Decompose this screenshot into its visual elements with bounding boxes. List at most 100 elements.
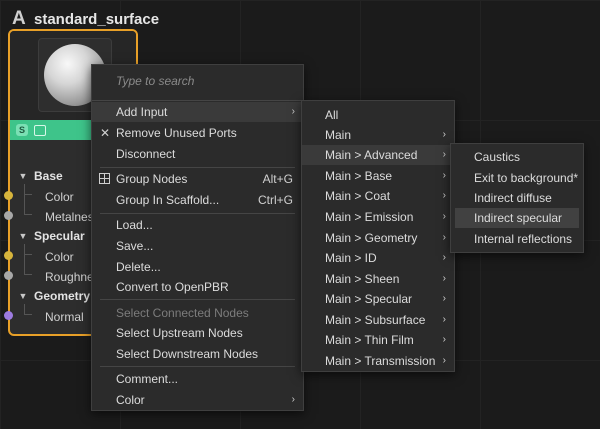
submenu-arrow-icon: ›: [442, 149, 446, 160]
menu-item-label: Group In Scaffold...: [116, 193, 220, 207]
menu-search-input[interactable]: Type to search: [116, 74, 194, 88]
group-specular[interactable]: ▼ Specular: [18, 229, 85, 243]
menu-item-group-nodes[interactable]: Group Nodes Alt+G: [92, 169, 303, 189]
advanced-item-indirect-diffuse[interactable]: Indirect diffuse: [451, 188, 583, 208]
port-label: Normal: [45, 310, 84, 324]
submenu-item-main[interactable]: Main ›: [302, 125, 454, 145]
menu-item-label: Main > Emission: [325, 210, 414, 224]
advanced-item-caustics[interactable]: Caustics: [451, 147, 583, 167]
menu-item-label: Remove Unused Ports: [116, 126, 237, 140]
submenu-item-main-base[interactable]: Main > Base ›: [302, 166, 454, 186]
submenu-item-main-subsurface[interactable]: Main > Subsurface ›: [302, 310, 454, 330]
menu-item-disconnect[interactable]: Disconnect: [92, 144, 303, 164]
menu-item-color[interactable]: Color ›: [92, 390, 303, 410]
submenu-arrow-icon: ›: [442, 129, 446, 140]
menu-item-label: Add Input: [116, 105, 168, 119]
submenu-arrow-icon: ›: [442, 314, 446, 325]
group-label: Geometry: [34, 289, 91, 303]
advanced-item-indirect-specular[interactable]: Indirect specular: [455, 208, 579, 228]
node-header[interactable]: A standard_surface: [12, 8, 159, 30]
menu-item-select-connected-nodes[interactable]: Select Connected Nodes: [92, 303, 303, 323]
submenu-arrow-icon: ›: [442, 170, 446, 181]
menu-item-label: Comment...: [116, 372, 179, 386]
menu-item-convert-to-openpbr[interactable]: Convert to OpenPBR: [92, 277, 303, 297]
menu-item-select-upstream-nodes[interactable]: Select Upstream Nodes: [92, 323, 303, 343]
group-base[interactable]: ▼ Base: [18, 169, 63, 183]
image-icon[interactable]: [34, 124, 46, 136]
group-label: Specular: [34, 229, 85, 243]
chevron-down-icon[interactable]: ▼: [18, 171, 28, 181]
port-label: Color: [45, 250, 74, 264]
input-port-specular-color[interactable]: [4, 251, 13, 260]
input-port-metalness[interactable]: [4, 211, 13, 220]
submenu-arrow-icon: ›: [442, 232, 446, 243]
chevron-down-icon[interactable]: ▼: [18, 291, 28, 301]
menu-item-remove-unused-ports[interactable]: ✕ Remove Unused Ports: [92, 123, 303, 143]
menu-item-label: Group Nodes: [116, 172, 188, 186]
menu-item-label: Convert to OpenPBR: [116, 280, 229, 294]
node-title: standard_surface: [34, 10, 160, 28]
menu-item-comment[interactable]: Comment...: [92, 369, 303, 389]
submenu-item-main-id[interactable]: Main > ID ›: [302, 248, 454, 268]
menu-item-label: Main > Transmission: [325, 354, 436, 368]
submenu-arrow-icon: ›: [442, 190, 446, 201]
menu-item-label: Main > Advanced: [325, 148, 418, 162]
menu-item-load[interactable]: Load...: [92, 215, 303, 235]
menu-item-label: Main > Coat: [325, 189, 391, 203]
advanced-item-internal-reflections[interactable]: Internal reflections: [451, 229, 583, 249]
port-label: Color: [45, 190, 74, 204]
menu-item-save[interactable]: Save...: [92, 236, 303, 256]
input-port-roughness[interactable]: [4, 271, 13, 280]
submenu-item-main-specular[interactable]: Main > Specular ›: [302, 289, 454, 309]
menu-item-label: Select Connected Nodes: [116, 306, 249, 320]
menu-item-label: Exit to background*: [474, 171, 579, 185]
submenu-arrow-icon: ›: [291, 106, 295, 117]
menu-item-label: Save...: [116, 239, 154, 253]
submenu-item-main-advanced[interactable]: Main > Advanced ›: [302, 145, 454, 165]
submenu-arrow-icon: ›: [442, 252, 446, 263]
menu-item-label: Internal reflections: [474, 232, 573, 246]
menu-item-label: Load...: [116, 218, 153, 232]
menu-item-label: Main > Subsurface: [325, 313, 426, 327]
close-icon: ✕: [100, 126, 111, 140]
menu-item-label: Caustics: [474, 150, 521, 164]
submenu-item-main-transmission[interactable]: Main > Transmission ›: [302, 351, 454, 371]
add-input-submenu: All Main › Main > Advanced › Main > Base…: [301, 100, 455, 372]
menu-item-label: Select Downstream Nodes: [116, 347, 259, 361]
submenu-arrow-icon: ›: [442, 355, 446, 366]
advanced-item-exit-to-background[interactable]: Exit to background*: [451, 168, 583, 188]
arnold-logo-icon: A: [12, 8, 26, 29]
menu-item-label: Main > Geometry: [325, 231, 418, 245]
group-geometry[interactable]: ▼ Geometry: [18, 289, 91, 303]
menu-item-label: Select Upstream Nodes: [116, 326, 243, 340]
group-icon: [99, 173, 110, 184]
menu-item-label: Color: [116, 393, 145, 407]
menu-item-label: All: [325, 108, 339, 122]
menu-item-group-in-scaffold[interactable]: Group In Scaffold... Ctrl+G: [92, 190, 303, 210]
submenu-item-main-sheen[interactable]: Main > Sheen ›: [302, 269, 454, 289]
shader-icon[interactable]: S: [16, 124, 28, 136]
menu-item-label: Main: [325, 128, 352, 142]
submenu-item-all[interactable]: All: [302, 105, 454, 125]
submenu-item-main-geometry[interactable]: Main > Geometry ›: [302, 228, 454, 248]
submenu-arrow-icon: ›: [442, 211, 446, 222]
menu-shortcut: Alt+G: [262, 172, 293, 186]
menu-item-add-input[interactable]: Add Input ›: [92, 102, 303, 122]
menu-item-select-downstream-nodes[interactable]: Select Downstream Nodes: [92, 344, 303, 364]
submenu-item-main-emission[interactable]: Main > Emission ›: [302, 207, 454, 227]
input-port-base-color[interactable]: [4, 191, 13, 200]
menu-item-label: Indirect diffuse: [474, 191, 552, 205]
menu-item-label: Main > Thin Film: [325, 333, 414, 347]
chevron-down-icon[interactable]: ▼: [18, 231, 28, 241]
input-port-normal[interactable]: [4, 311, 13, 320]
submenu-item-main-thin-film[interactable]: Main > Thin Film ›: [302, 330, 454, 350]
menu-item-delete[interactable]: Delete...: [92, 257, 303, 277]
menu-item-label: Main > Base: [325, 169, 393, 183]
context-menu: Type to search Add Input › ✕ Remove Unus…: [91, 64, 304, 411]
submenu-arrow-icon: ›: [442, 273, 446, 284]
submenu-item-main-coat[interactable]: Main > Coat ›: [302, 186, 454, 206]
menu-item-label: Indirect specular: [474, 211, 563, 225]
advanced-submenu: Caustics Exit to background* Indirect di…: [450, 143, 584, 253]
menu-item-label: Delete...: [116, 260, 161, 274]
submenu-arrow-icon: ›: [291, 394, 295, 405]
